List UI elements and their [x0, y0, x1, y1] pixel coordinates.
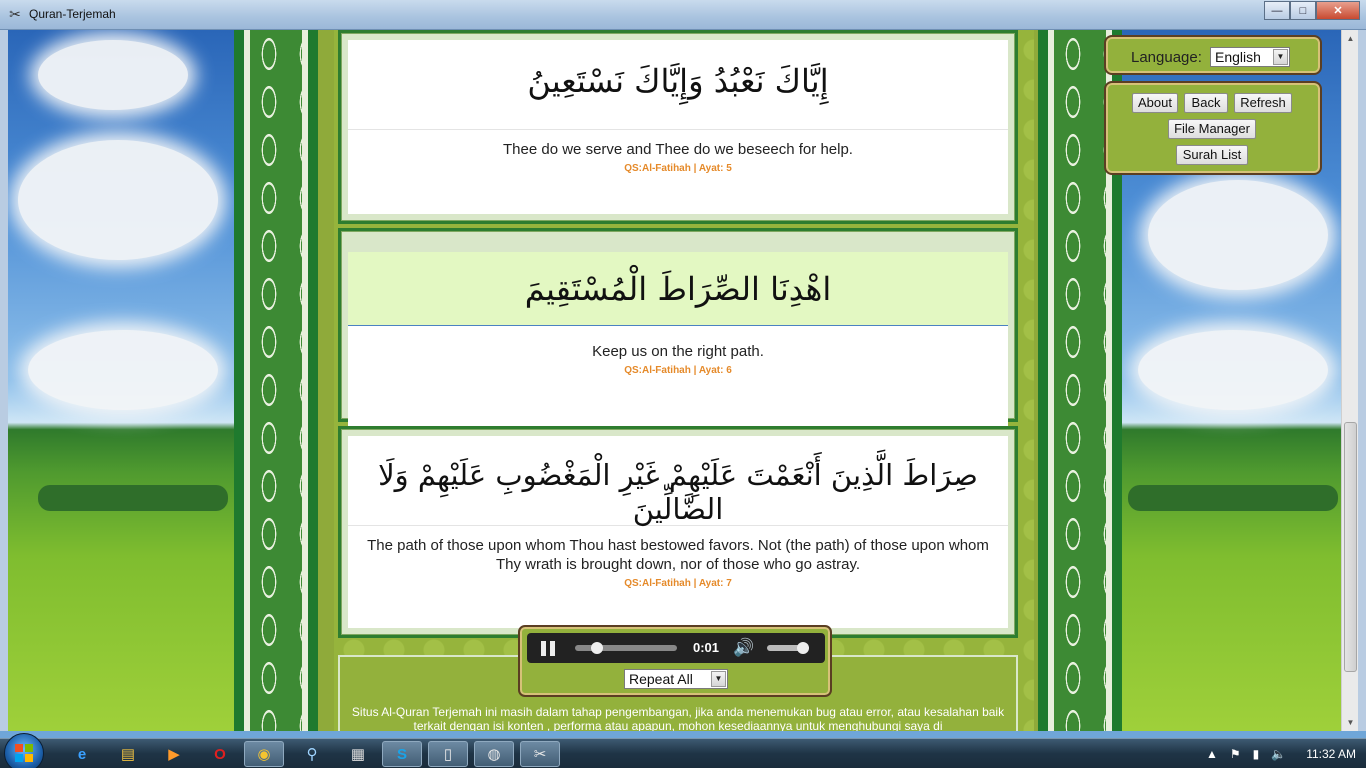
- close-button[interactable]: ✕: [1316, 1, 1360, 20]
- chevron-down-icon[interactable]: ▼: [711, 671, 726, 687]
- verse-card: صِرَاطَ الَّذِينَ أَنْعَمْتَ عَلَيْهِمْ …: [338, 426, 1018, 638]
- quran-app-icon[interactable]: ✂: [520, 741, 560, 767]
- media-player-icon[interactable]: ▶: [154, 741, 194, 767]
- cloud: [1138, 330, 1328, 410]
- window-frame-left: [0, 30, 8, 731]
- border-band: [1038, 30, 1048, 731]
- notepad-icon[interactable]: ▯: [428, 741, 468, 767]
- pause-icon[interactable]: [541, 641, 557, 656]
- verse-translation: Keep us on the right path.: [592, 343, 764, 360]
- scrollbar-thumb[interactable]: [1344, 422, 1357, 672]
- chevron-down-icon[interactable]: ▼: [1273, 49, 1288, 65]
- repeat-select[interactable]: Repeat All ▼: [624, 669, 728, 689]
- verse-card: إِيَّاكَ نَعْبُدُ وَإِيَّاكَ نَسْتَعِينُ…: [338, 30, 1018, 224]
- skype-icon[interactable]: S: [382, 741, 422, 767]
- minimize-button[interactable]: —: [1264, 1, 1290, 20]
- tree-line: [1128, 485, 1338, 511]
- calculator-icon[interactable]: ▦: [338, 741, 378, 767]
- cloud: [28, 330, 218, 410]
- speaker-icon[interactable]: 🔈: [1271, 747, 1286, 761]
- verse-reference: QS:Al-Fatihah | Ayat: 5: [624, 163, 732, 174]
- border-band: [234, 30, 244, 731]
- window-icon[interactable]: ◍: [474, 741, 514, 767]
- scroll-down-icon[interactable]: ▼: [1342, 714, 1359, 731]
- verse-arabic: اهْدِنَا الصِّرَاطَ الْمُسْتَقِيمَ: [348, 252, 1008, 326]
- search-icon[interactable]: ⚲: [292, 741, 332, 767]
- audio-player: 0:01 🔊: [527, 633, 825, 663]
- verse-card-active: اهْدِنَا الصِّرَاطَ الْمُسْتَقِيمَ Keep …: [338, 228, 1018, 426]
- verse-reference: QS:Al-Fatihah | Ayat: 6: [624, 365, 732, 376]
- maximize-button[interactable]: □: [1290, 1, 1316, 20]
- language-label: Language:: [1131, 49, 1202, 66]
- cloud: [1148, 180, 1328, 290]
- language-select[interactable]: English ▼: [1210, 47, 1290, 67]
- verse-reference: QS:Al-Fatihah | Ayat: 7: [624, 578, 732, 589]
- about-button[interactable]: About: [1132, 93, 1178, 113]
- verse-translation: Thee do we serve and Thee do we beseech …: [503, 141, 853, 158]
- window-title: Quran-Terjemah: [29, 7, 116, 21]
- ie-icon[interactable]: e: [62, 741, 102, 767]
- cloud: [18, 140, 218, 260]
- vertical-scrollbar[interactable]: ▲ ▼: [1341, 30, 1358, 731]
- network-icon[interactable]: ▮: [1253, 747, 1260, 761]
- back-button[interactable]: Back: [1184, 93, 1228, 113]
- taskbar: e ▤ ▶ O ◉ ⚲ ▦ S ▯ ◍ ✂ ▲ ⚑ ▮ 🔈 11:32 AM: [0, 733, 1366, 768]
- verse-translation: The path of those upon whom Thou hast be…: [367, 537, 989, 573]
- audio-player-box: 0:01 🔊 Repeat All ▼: [518, 625, 832, 697]
- scroll-up-icon[interactable]: ▲: [1342, 30, 1359, 47]
- playback-time: 0:01: [693, 640, 720, 655]
- surah-list-button[interactable]: Surah List: [1176, 145, 1248, 165]
- window-controls: — □ ✕: [1264, 1, 1360, 20]
- page-viewport: إِيَّاكَ نَعْبُدُ وَإِيَّاكَ نَسْتَعِينُ…: [8, 30, 1341, 731]
- verse-arabic: إِيَّاكَ نَعْبُدُ وَإِيَّاكَ نَسْتَعِينُ: [348, 40, 1008, 130]
- start-button[interactable]: [4, 733, 44, 768]
- app-icon: ✂: [9, 6, 21, 22]
- seek-knob[interactable]: [591, 642, 604, 654]
- opera-icon[interactable]: O: [200, 741, 240, 767]
- explorer-icon[interactable]: ▤: [108, 741, 148, 767]
- volume-knob[interactable]: [796, 642, 809, 654]
- window-frame-right: [1358, 30, 1366, 731]
- windows-logo-icon: [15, 744, 33, 762]
- border-band: [308, 30, 318, 731]
- chrome-icon[interactable]: ◉: [244, 741, 284, 767]
- repeat-select-value: Repeat All: [629, 671, 693, 687]
- seek-bar[interactable]: [575, 642, 677, 654]
- file-manager-button[interactable]: File Manager: [1168, 119, 1256, 139]
- volume-icon[interactable]: 🔊: [733, 638, 754, 658]
- language-select-value: English: [1215, 49, 1261, 65]
- ornament-band: [250, 30, 302, 731]
- tree-line: [38, 485, 228, 511]
- navigation-box: About Back Refresh File Manager Surah Li…: [1104, 81, 1322, 175]
- system-tray: ▲ ⚑ ▮ 🔈 11:32 AM: [1194, 739, 1356, 768]
- language-box: Language: English ▼: [1104, 35, 1322, 75]
- ornament-band: [1054, 30, 1106, 731]
- flag-icon[interactable]: ⚑: [1230, 747, 1241, 761]
- volume-slider[interactable]: [767, 642, 809, 654]
- cloud: [38, 40, 188, 110]
- refresh-button[interactable]: Refresh: [1234, 93, 1292, 113]
- clock[interactable]: 11:32 AM: [1306, 747, 1356, 761]
- footer-text: Situs Al-Quran Terjemah ini masih dalam …: [351, 705, 1005, 731]
- verse-arabic: صِرَاطَ الَّذِينَ أَنْعَمْتَ عَلَيْهِمْ …: [348, 436, 1008, 526]
- show-hidden-icons-icon[interactable]: ▲: [1206, 747, 1218, 761]
- window-titlebar: ✂ Quran-Terjemah — □ ✕: [0, 0, 1366, 30]
